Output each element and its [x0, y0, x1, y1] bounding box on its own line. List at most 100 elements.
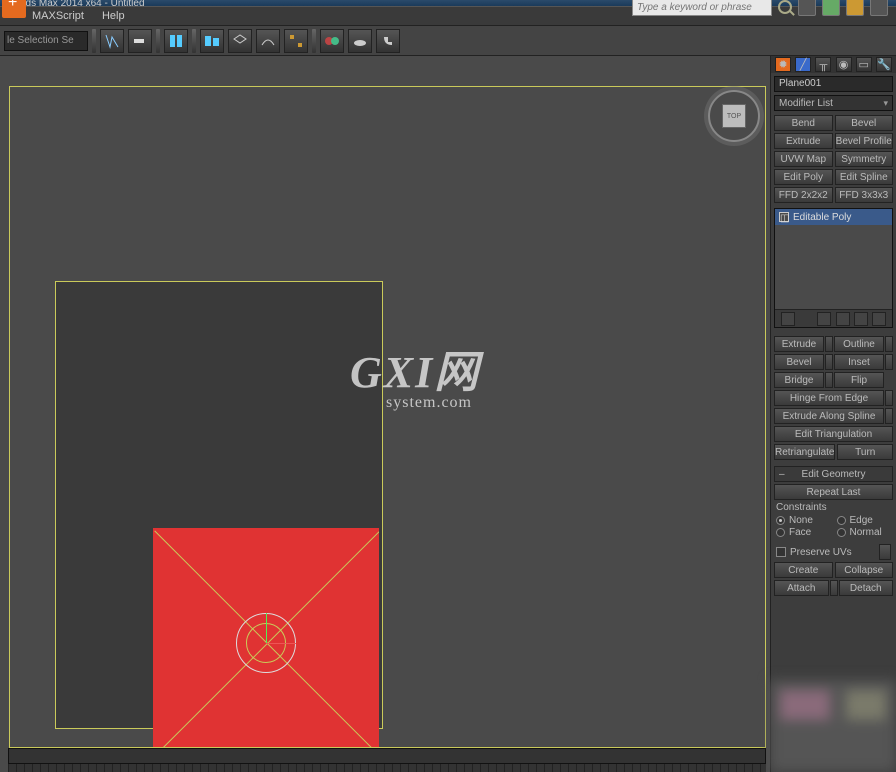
modifier-symmetry-button[interactable]: Symmetry: [835, 151, 894, 167]
search-icon[interactable]: [778, 0, 792, 6]
modifier-ffd-3x3x3-button[interactable]: FFD 3x3x3: [835, 187, 894, 203]
app-logo-icon: [2, 0, 26, 18]
modifier-list-dropdown[interactable]: Modifier List: [774, 95, 893, 111]
edit-triangulation-button[interactable]: Edit Triangulation: [774, 426, 893, 442]
align-button[interactable]: [200, 29, 224, 53]
preserve-uvs-settings-button[interactable]: [879, 544, 891, 560]
viewcube[interactable]: TOP: [708, 90, 760, 142]
extrude-button[interactable]: Extrude: [774, 336, 824, 352]
modifier-bevel-button[interactable]: Bevel: [835, 115, 894, 131]
modifier-stack[interactable]: ◫ Editable Poly: [774, 208, 893, 328]
menu-help[interactable]: Help: [102, 10, 125, 22]
hierarchy-tab-icon[interactable]: ╥: [815, 57, 831, 72]
turn-button[interactable]: Turn: [837, 444, 893, 460]
help-icon[interactable]: [870, 0, 888, 6]
outline-button[interactable]: Outline: [834, 336, 884, 352]
display-tab-icon[interactable]: ▭: [856, 57, 872, 72]
toolbar-separator: [312, 29, 316, 53]
modifier-extrude-button[interactable]: Extrude: [774, 133, 833, 149]
title-app: 3ds Max 2014 x64: [20, 0, 102, 6]
window-crossing-button[interactable]: [100, 29, 124, 53]
attach-list-button[interactable]: [830, 580, 838, 596]
stack-item-editable-poly[interactable]: ◫ Editable Poly: [775, 209, 892, 225]
detach-button[interactable]: Detach: [839, 580, 894, 596]
curve-editor-button[interactable]: [256, 29, 280, 53]
flip-button[interactable]: Flip: [834, 372, 884, 388]
rollout-title: Edit Geometry: [802, 469, 866, 480]
hinge-from-edge-button[interactable]: Hinge From Edge: [774, 390, 884, 406]
outline-settings-button[interactable]: [885, 336, 893, 352]
preserve-uvs-checkbox[interactable]: [776, 547, 786, 557]
constraint-normal-radio[interactable]: Normal: [837, 527, 892, 538]
attach-button[interactable]: Attach: [774, 580, 829, 596]
collapse-button[interactable]: Collapse: [835, 562, 894, 578]
stack-toolbar: [775, 309, 892, 327]
extrude-settings-button[interactable]: [825, 336, 833, 352]
timeline-ruler[interactable]: [8, 764, 766, 772]
viewport-container: TOP GXI网 system.com: [0, 56, 770, 748]
modifier-button-grid: BendBevelExtrudeBevel ProfileUVW MapSymm…: [771, 113, 896, 205]
modifier-edit-spline-button[interactable]: Edit Spline: [835, 169, 894, 185]
show-end-result-button[interactable]: [817, 312, 831, 326]
search-input[interactable]: [632, 0, 772, 6]
time-slider[interactable]: [8, 748, 766, 764]
inset-settings-button[interactable]: [885, 354, 893, 370]
named-selection-button[interactable]: [128, 29, 152, 53]
create-tab-icon[interactable]: ✹: [775, 57, 791, 72]
extrude-along-spline-button[interactable]: Extrude Along Spline: [774, 408, 884, 424]
favorites-icon[interactable]: [822, 0, 840, 6]
bridge-settings-button[interactable]: [825, 372, 833, 388]
constraint-none-radio[interactable]: None: [776, 515, 831, 526]
command-panel: ✹ ╱ ╥ ◉ ▭ 🔧 Plane001 Modifier List BendB…: [770, 56, 896, 772]
menu-maxscript[interactable]: MAXScript: [32, 10, 84, 22]
active-viewport-border: [9, 86, 766, 748]
bevel-settings-button[interactable]: [825, 354, 833, 370]
blurred-region: [770, 680, 896, 772]
inset-button[interactable]: Inset: [834, 354, 884, 370]
expand-icon[interactable]: ◫: [779, 212, 789, 222]
hinge-settings-button[interactable]: [885, 390, 893, 406]
subscription-icon[interactable]: [798, 0, 816, 6]
render-button[interactable]: [376, 29, 400, 53]
modify-tab-icon[interactable]: ╱: [795, 57, 811, 72]
retriangulate-button[interactable]: Retriangulate: [774, 444, 835, 460]
render-setup-button[interactable]: [348, 29, 372, 53]
modifier-edit-poly-button[interactable]: Edit Poly: [774, 169, 833, 185]
material-editor-button[interactable]: [320, 29, 344, 53]
modifier-bevel-profile-button[interactable]: Bevel Profile: [835, 133, 894, 149]
title-doc: Untitled: [111, 0, 145, 6]
viewcube-label: TOP: [722, 104, 746, 128]
stack-item-label: Editable Poly: [793, 212, 851, 223]
collapse-icon: –: [779, 469, 785, 480]
modifier-uvw-map-button[interactable]: UVW Map: [774, 151, 833, 167]
motion-tab-icon[interactable]: ◉: [836, 57, 852, 72]
stack-empty-area: [775, 225, 892, 309]
schematic-view-button[interactable]: [284, 29, 308, 53]
update-icon[interactable]: [846, 0, 864, 6]
toolbar-separator: [156, 29, 160, 53]
constraints-label: Constraints: [776, 502, 893, 513]
repeat-last-button[interactable]: Repeat Last: [774, 484, 893, 500]
edit-geometry-rollout-header[interactable]: – Edit Geometry: [774, 466, 893, 482]
pin-stack-button[interactable]: [781, 312, 795, 326]
constraint-edge-radio[interactable]: Edge: [837, 515, 892, 526]
remove-modifier-button[interactable]: [854, 312, 868, 326]
layers-button[interactable]: [228, 29, 252, 53]
configure-sets-button[interactable]: [872, 312, 886, 326]
constraint-face-radio[interactable]: Face: [776, 527, 831, 538]
main-toolbar: [0, 26, 896, 56]
create-button[interactable]: Create: [774, 562, 833, 578]
bridge-button[interactable]: Bridge: [774, 372, 824, 388]
command-panel-tabs: ✹ ╱ ╥ ◉ ▭ 🔧: [771, 56, 896, 73]
selection-filter-dropdown[interactable]: [4, 31, 88, 51]
object-name-field[interactable]: Plane001: [774, 76, 893, 92]
mirror-button[interactable]: [164, 29, 188, 53]
utilities-tab-icon[interactable]: 🔧: [876, 57, 892, 72]
bevel-button[interactable]: Bevel: [774, 354, 824, 370]
extrude-spline-settings-button[interactable]: [885, 408, 893, 424]
viewport[interactable]: [9, 86, 766, 748]
toolbar-separator: [192, 29, 196, 53]
make-unique-button[interactable]: [836, 312, 850, 326]
modifier-ffd-2x2x2-button[interactable]: FFD 2x2x2: [774, 187, 833, 203]
modifier-bend-button[interactable]: Bend: [774, 115, 833, 131]
